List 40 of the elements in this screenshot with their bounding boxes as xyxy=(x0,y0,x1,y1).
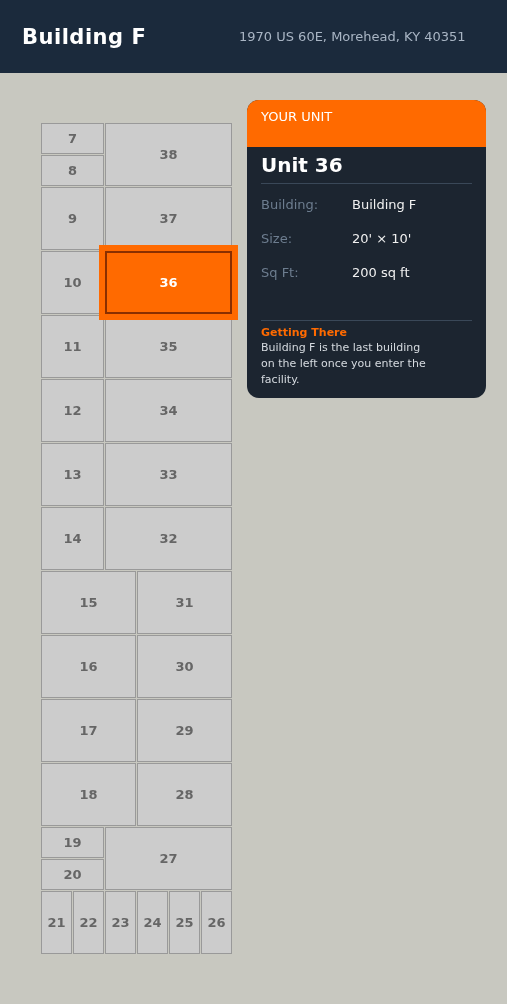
storage-unit[interactable]: 13 xyxy=(41,443,104,506)
storage-unit[interactable]: 17 xyxy=(41,699,136,762)
unit-title: Unit 36 xyxy=(261,153,472,184)
storage-unit[interactable]: 14 xyxy=(41,507,104,570)
storage-unit[interactable]: 21 xyxy=(41,891,72,954)
storage-unit[interactable]: 27 xyxy=(105,827,232,890)
storage-unit[interactable]: 11 xyxy=(41,315,104,378)
storage-unit[interactable]: 18 xyxy=(41,763,136,826)
storage-unit[interactable]: 34 xyxy=(105,379,232,442)
storage-unit[interactable]: 9 xyxy=(41,187,104,250)
storage-unit[interactable]: 24 xyxy=(137,891,168,954)
detail-value: Building F xyxy=(352,196,417,213)
detail-value: 200 sq ft xyxy=(352,264,410,281)
building-title: Building F xyxy=(22,24,148,49)
storage-unit[interactable]: 15 xyxy=(41,571,136,634)
storage-unit[interactable]: 26 xyxy=(201,891,232,954)
storage-unit[interactable]: 28 xyxy=(137,763,232,826)
storage-unit[interactable]: 29 xyxy=(137,699,232,762)
detail-label: Sq Ft: xyxy=(261,264,300,281)
storage-unit[interactable]: 20 xyxy=(41,859,104,890)
storage-unit[interactable]: 32 xyxy=(105,507,232,570)
storage-unit[interactable]: 12 xyxy=(41,379,104,442)
detail-label: Building: xyxy=(261,196,320,213)
storage-unit[interactable]: 30 xyxy=(137,635,232,698)
storage-unit[interactable]: 25 xyxy=(169,891,200,954)
storage-unit[interactable]: 8 xyxy=(41,155,104,186)
card-label: YOUR UNIT xyxy=(261,109,333,124)
storage-unit[interactable]: 22 xyxy=(73,891,104,954)
detail-label: Size: xyxy=(261,230,294,247)
storage-unit[interactable]: 7 xyxy=(41,123,104,154)
storage-unit[interactable]: 38 xyxy=(105,123,232,186)
directions-text: Building F is the last building on the left once you enter the facility. xyxy=(261,340,427,388)
directions-title: Getting There xyxy=(261,326,348,339)
storage-unit[interactable]: 19 xyxy=(41,827,104,858)
address: 1970 US 60E, Morehead, KY 40351 xyxy=(239,29,466,44)
storage-unit[interactable]: 33 xyxy=(105,443,232,506)
storage-unit[interactable]: 31 xyxy=(137,571,232,634)
storage-unit[interactable]: 16 xyxy=(41,635,136,698)
storage-unit[interactable]: 23 xyxy=(105,891,136,954)
detail-value: 20' × 10' xyxy=(352,230,412,247)
